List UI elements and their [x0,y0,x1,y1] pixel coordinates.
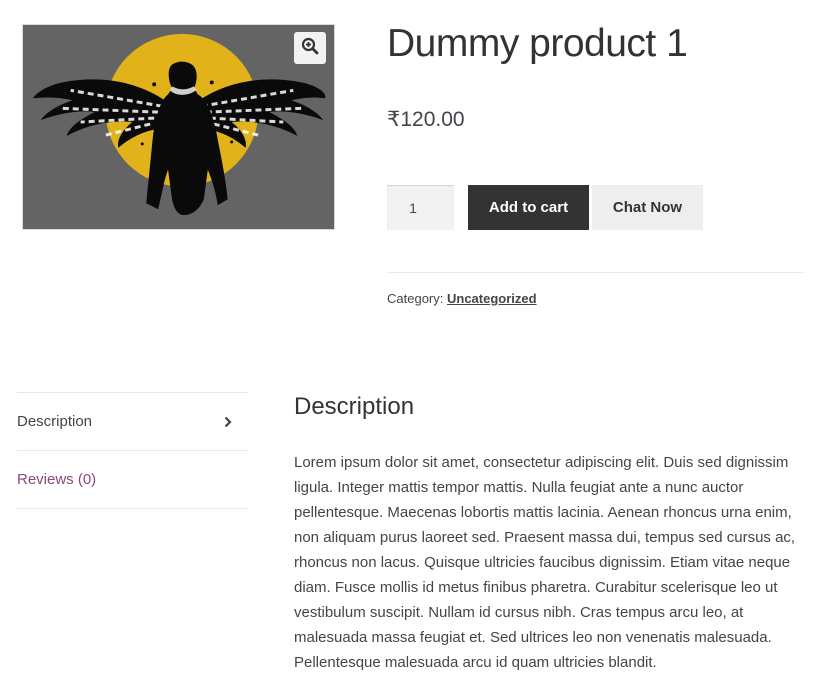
tab-reviews[interactable]: Reviews (0) [17,451,248,509]
winged-figure-illustration [23,25,334,229]
product-price: ₹120.00 [387,108,465,131]
tab-reviews-label: Reviews (0) [17,471,97,488]
category-link[interactable]: Uncategorized [447,291,537,306]
category-label: Category: [387,291,444,306]
zoom-button[interactable] [294,32,326,64]
description-text: Lorem ipsum dolor sit amet, consectetur … [294,454,796,671]
product-meta: Category: Uncategorized [387,291,537,306]
chat-now-button[interactable]: Chat Now [592,185,703,230]
quantity-input[interactable] [387,185,454,230]
divider [387,272,803,273]
product-title: Dummy product 1 [387,22,688,65]
product-image[interactable] [22,24,335,230]
chevron-right-icon [224,416,232,428]
product-tabs: Description Reviews (0) [17,392,248,509]
description-heading: Description [294,393,415,420]
tab-description-label: Description [17,413,93,430]
zoom-in-icon [301,37,319,60]
add-to-cart-button[interactable]: Add to cart [468,185,589,230]
tab-description[interactable]: Description [17,393,248,451]
